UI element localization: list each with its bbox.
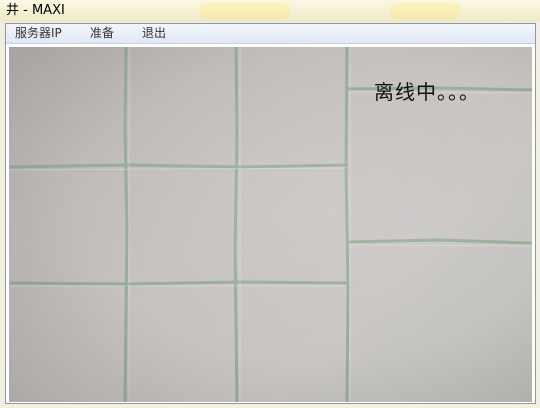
- video-feed: 离线中。。。: [9, 47, 532, 402]
- window-title: 井 - MAXI: [6, 3, 65, 18]
- menu-bar: 服务器IP 准备 退出: [6, 24, 535, 44]
- title-bar-glow: [200, 3, 290, 19]
- menu-server-ip[interactable]: 服务器IP: [15, 26, 62, 41]
- app-window: 服务器IP 准备 退出 离线中。。。: [5, 23, 536, 404]
- menu-prepare[interactable]: 准备: [90, 26, 114, 41]
- title-bar[interactable]: 井 - MAXI: [0, 0, 540, 22]
- menu-exit[interactable]: 退出: [142, 26, 166, 41]
- title-bar-glow: [390, 3, 460, 19]
- offline-status: 离线中。。。: [374, 80, 480, 104]
- window-bottom-frame: [0, 404, 540, 408]
